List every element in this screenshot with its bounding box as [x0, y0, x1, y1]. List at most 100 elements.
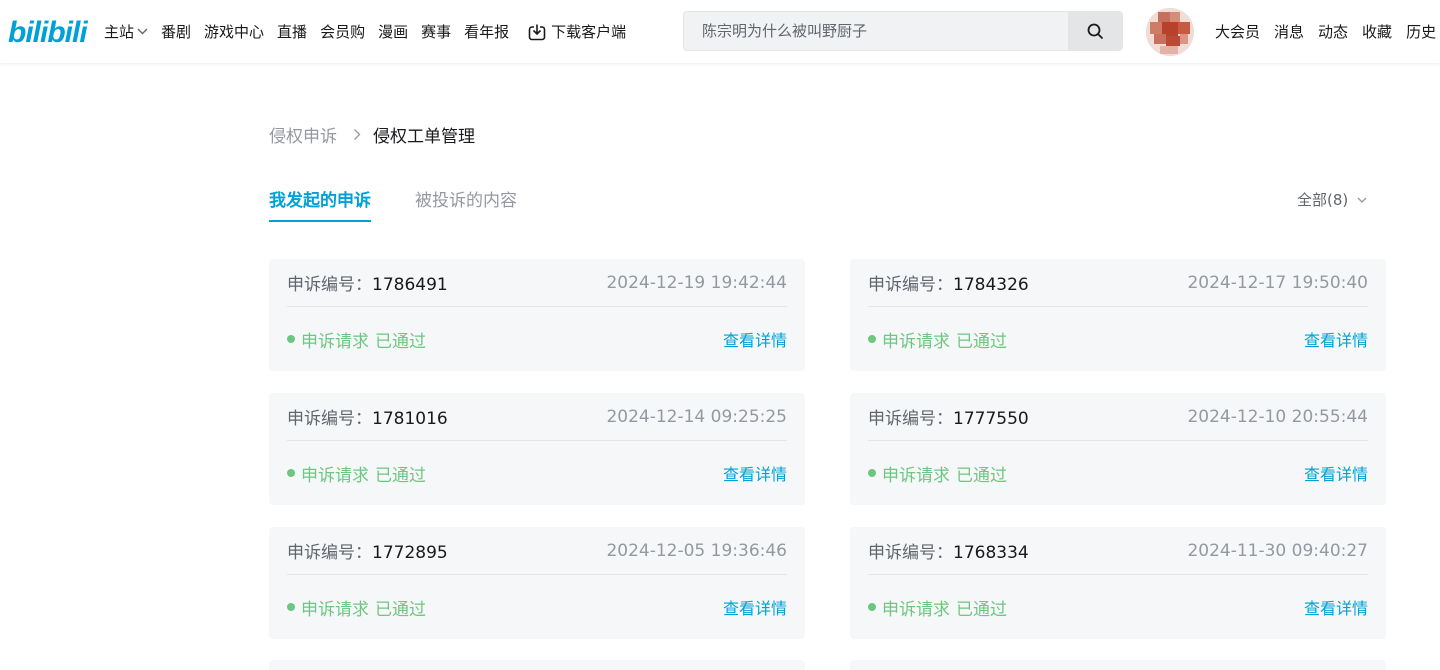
- card-header: 申诉编号：1784326 2024-12-17 19:50:40: [868, 259, 1368, 307]
- nav-item-annual-report[interactable]: 看年报: [464, 21, 509, 42]
- search-button[interactable]: [1068, 12, 1122, 50]
- status-prefix: 申诉请求: [882, 599, 950, 620]
- view-details-link[interactable]: 查看详情: [1304, 461, 1368, 485]
- nav-item-messages[interactable]: 消息: [1274, 21, 1304, 42]
- user-nav: 大会员 消息 动态 收藏 历史: [1215, 0, 1440, 63]
- appeal-id: 申诉编号：1777550: [868, 404, 1029, 429]
- status-dot-icon: [868, 335, 876, 343]
- status-value: 已通过: [956, 599, 1007, 620]
- status-prefix: 申诉请求: [301, 599, 369, 620]
- appeal-id: 申诉编号：1772895: [287, 538, 448, 563]
- status-prefix: 申诉请求: [301, 331, 369, 352]
- status-badge: 申诉请求 已通过: [287, 327, 426, 352]
- appeal-id-label: 申诉编号：: [287, 409, 372, 429]
- nav-item-favorites[interactable]: 收藏: [1362, 21, 1392, 42]
- status-dot-icon: [287, 469, 295, 477]
- svg-text:bilibili: bilibili: [8, 16, 88, 49]
- nav-item-mall[interactable]: 会员购: [320, 21, 365, 42]
- appeal-time: 2024-12-17 19:50:40: [1187, 272, 1368, 293]
- appeal-id-value: 1786491: [372, 275, 448, 295]
- nav-item-manga[interactable]: 漫画: [378, 21, 408, 42]
- appeal-time: 2024-12-19 19:42:44: [606, 272, 787, 293]
- appeal-id-label: 申诉编号：: [868, 543, 953, 563]
- status-value: 已通过: [375, 599, 426, 620]
- status-value: 已通过: [375, 465, 426, 486]
- appeal-id-label: 申诉编号：: [868, 409, 953, 429]
- status-dot-icon: [868, 469, 876, 477]
- bilibili-logo-icon: bilibili: [8, 16, 89, 49]
- appeal-time: 2024-11-30 09:40:27: [1187, 540, 1368, 561]
- status-badge: 申诉请求 已通过: [287, 461, 426, 486]
- avatar[interactable]: [1146, 8, 1194, 56]
- status-filter-dropdown[interactable]: 全部(8): [1297, 189, 1367, 210]
- nav-item-home[interactable]: 主站: [104, 21, 148, 42]
- card-header: 申诉编号：1772895 2024-12-05 19:36:46: [287, 527, 787, 575]
- download-label: 下载客户端: [551, 23, 627, 41]
- card-header: 申诉编号：1781016 2024-12-14 09:25:25: [287, 393, 787, 441]
- chevron-right-icon: [353, 128, 361, 141]
- filter-label: 全部(8): [1297, 191, 1349, 209]
- tab-complained-content[interactable]: 被投诉的内容: [415, 186, 517, 222]
- status-badge: 申诉请求 已通过: [868, 327, 1007, 352]
- breadcrumb-current: 侵权工单管理: [373, 127, 475, 147]
- nav-item-game-center[interactable]: 游戏中心: [204, 21, 264, 42]
- status-prefix: 申诉请求: [882, 465, 950, 486]
- chevron-down-icon: [1357, 197, 1367, 203]
- card-footer: 申诉请求 已通过 查看详情: [287, 587, 787, 627]
- appeal-tabs: 我发起的申诉 被投诉的内容: [269, 186, 561, 222]
- status-dot-icon: [287, 335, 295, 343]
- appeal-id-value: 1768334: [953, 543, 1029, 563]
- card-header: 申诉编号：1786491 2024-12-19 19:42:44: [287, 259, 787, 307]
- breadcrumb-parent[interactable]: 侵权申诉: [269, 122, 337, 147]
- appeal-time: 2024-12-10 20:55:44: [1187, 406, 1368, 427]
- appeal-id-label: 申诉编号：: [287, 543, 372, 563]
- appeal-card: 申诉编号：1784326 2024-12-17 19:50:40 申诉请求 已通过 查看…: [850, 259, 1386, 371]
- appeal-id-value: 1772895: [372, 543, 448, 563]
- download-icon: [528, 23, 546, 41]
- chevron-down-icon: [137, 28, 148, 35]
- appeal-card: 申诉编号：1768334 2024-11-30 09:40:27 申诉请求 已通过 查看…: [850, 527, 1386, 639]
- appeal-id: 申诉编号：1784326: [868, 270, 1029, 295]
- breadcrumb: 侵权申诉 侵权工单管理: [269, 122, 475, 147]
- status-dot-icon: [868, 603, 876, 611]
- status-value: 已通过: [956, 465, 1007, 486]
- appeal-time: 2024-12-05 19:36:46: [606, 540, 787, 561]
- search-input[interactable]: [684, 12, 1068, 50]
- nav-label: 主站: [104, 23, 135, 41]
- status-badge: 申诉请求 已通过: [868, 461, 1007, 486]
- view-details-link[interactable]: 查看详情: [723, 461, 787, 485]
- status-prefix: 申诉请求: [301, 465, 369, 486]
- status-value: 已通过: [375, 331, 426, 352]
- card-footer: 申诉请求 已通过 查看详情: [868, 587, 1368, 627]
- nav-item-dynamics[interactable]: 动态: [1318, 21, 1348, 42]
- appeal-id-value: 1777550: [953, 409, 1029, 429]
- view-details-link[interactable]: 查看详情: [1304, 327, 1368, 351]
- nav-item-anime[interactable]: 番剧: [161, 21, 191, 42]
- nav-item-live[interactable]: 直播: [277, 21, 307, 42]
- search-icon: [1087, 23, 1103, 39]
- status-value: 已通过: [956, 331, 1007, 352]
- appeal-card: 申诉编号：1772895 2024-12-05 19:36:46 申诉请求 已通过 查看…: [269, 527, 805, 639]
- bilibili-logo[interactable]: bilibili: [8, 12, 90, 50]
- card-footer: 申诉请求 已通过 查看详情: [868, 319, 1368, 359]
- status-badge: 申诉请求 已通过: [287, 595, 426, 620]
- card-footer: 申诉请求 已通过 查看详情: [868, 453, 1368, 493]
- appeal-card-partial: [850, 660, 1386, 670]
- nav-item-history[interactable]: 历史: [1406, 21, 1436, 42]
- status-prefix: 申诉请求: [882, 331, 950, 352]
- view-details-link[interactable]: 查看详情: [723, 327, 787, 351]
- status-dot-icon: [287, 603, 295, 611]
- appeal-id: 申诉编号：1768334: [868, 538, 1029, 563]
- view-details-link[interactable]: 查看详情: [1304, 595, 1368, 619]
- nav-item-esports[interactable]: 赛事: [421, 21, 451, 42]
- status-badge: 申诉请求 已通过: [868, 595, 1007, 620]
- tab-my-appeals[interactable]: 我发起的申诉: [269, 186, 371, 222]
- appeal-id: 申诉编号：1781016: [287, 404, 448, 429]
- appeal-id-value: 1781016: [372, 409, 448, 429]
- card-footer: 申诉请求 已通过 查看详情: [287, 453, 787, 493]
- nav-item-vip[interactable]: 大会员: [1215, 21, 1260, 42]
- appeal-time: 2024-12-14 09:25:25: [606, 406, 787, 427]
- view-details-link[interactable]: 查看详情: [723, 595, 787, 619]
- download-client-button[interactable]: 下载客户端: [528, 21, 626, 42]
- card-header: 申诉编号：1768334 2024-11-30 09:40:27: [868, 527, 1368, 575]
